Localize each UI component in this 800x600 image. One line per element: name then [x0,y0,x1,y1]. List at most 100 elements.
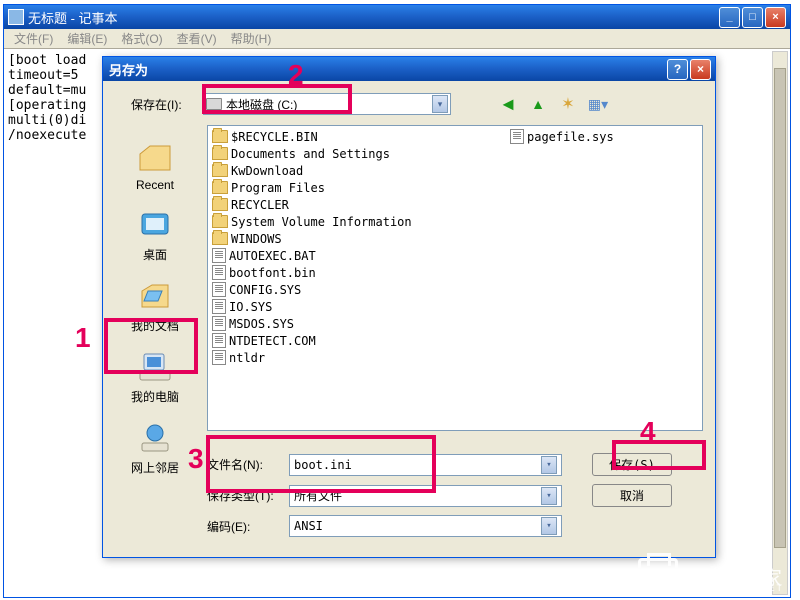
file-item[interactable]: MSDOS.SYS [212,315,698,332]
file-item[interactable]: ntldr [212,349,698,366]
file-name: Documents and Settings [231,147,390,161]
file-icon [212,350,226,365]
chevron-down-icon[interactable]: ▾ [432,95,448,113]
file-item[interactable]: CONFIG.SYS [212,281,698,298]
file-icon [212,333,226,348]
notepad-icon [8,9,24,25]
chevron-down-icon[interactable]: ▾ [541,456,557,474]
file-item[interactable]: KwDownload [212,162,698,179]
up-icon[interactable]: ▲ [527,93,549,115]
file-item[interactable]: IO.SYS [212,298,698,315]
encoding-combo[interactable]: ANSI ▾ [289,515,562,537]
savein-label: 保存在(I): [131,96,197,113]
file-item[interactable]: System Volume Information [212,213,698,230]
back-icon[interactable]: ◄ [497,93,519,115]
close-button[interactable]: × [765,7,786,28]
filetype-combo[interactable]: 所有文件 ▾ [289,485,562,507]
callout-number-3: 3 [188,443,204,475]
desktop-icon [136,208,174,242]
notepad-titlebar: 无标题 - 记事本 _ □ × [4,5,790,29]
new-folder-icon[interactable]: ✶ [557,93,579,115]
callout-number-4: 4 [640,416,656,448]
filename-label: 文件名(N): [207,456,283,473]
file-item[interactable]: WINDOWS [212,230,698,247]
chevron-down-icon[interactable]: ▾ [541,487,557,505]
save-button[interactable]: 保存(S) [592,453,672,476]
callout-number-1: 1 [75,322,91,354]
folder-icon [212,181,228,194]
place-mycomputer[interactable]: 我的电脑 [109,345,201,410]
mycomputer-icon [136,350,174,384]
save-as-title: 另存为 [107,60,667,79]
file-name: System Volume Information [231,215,412,229]
file-icon [510,129,524,144]
cancel-button[interactable]: 取消 [592,484,672,507]
folder-icon [212,164,228,177]
file-item[interactable]: RECYCLER [212,196,698,213]
file-icon [212,248,226,263]
chevron-down-icon[interactable]: ▾ [541,517,557,535]
file-icon [212,299,226,314]
file-icon [212,282,226,297]
file-name: IO.SYS [229,300,272,314]
place-mydocs[interactable]: 我的文档 [109,274,201,339]
view-icon[interactable]: ▦▾ [587,93,609,115]
save-as-titlebar: 另存为 ? × [103,57,715,81]
callout-number-2: 2 [288,59,304,91]
menu-edit[interactable]: 编辑(E) [61,28,113,49]
notepad-title: 无标题 - 记事本 [28,8,719,27]
file-name: MSDOS.SYS [229,317,294,331]
file-icon [212,265,226,280]
menu-file[interactable]: 文件(F) [8,28,59,49]
file-name: NTDETECT.COM [229,334,316,348]
file-name: WINDOWS [231,232,282,246]
filetype-value: 所有文件 [294,487,342,504]
folder-icon [212,130,228,143]
folder-icon [212,232,228,245]
menu-format[interactable]: 格式(O) [115,28,168,49]
file-item[interactable]: NTDETECT.COM [212,332,698,349]
file-name: AUTOEXEC.BAT [229,249,316,263]
file-item[interactable]: Documents and Settings [212,145,698,162]
file-name: bootfont.bin [229,266,316,280]
places-bar: Recent 桌面 我的文档 我的电脑 网上邻居 [109,125,201,457]
file-item[interactable]: $RECYCLE.BIN [212,128,698,145]
help-button[interactable]: ? [667,59,688,80]
dialog-close-button[interactable]: × [690,59,711,80]
file-name: $RECYCLE.BIN [231,130,318,144]
file-item[interactable]: AUTOEXEC.BAT [212,247,698,264]
savein-combo[interactable]: 本地磁盘 (C:) ▾ [203,93,451,115]
dialog-toolbar: ◄ ▲ ✶ ▦▾ [497,93,609,115]
network-icon [136,421,174,455]
watermark: 系统之家 XITONGZHIJIA.NET [638,558,788,594]
place-desktop[interactable]: 桌面 [109,203,201,268]
file-name: ntldr [229,351,265,365]
menu-view[interactable]: 查看(V) [171,28,223,49]
menu-help[interactable]: 帮助(H) [225,28,278,49]
encoding-value: ANSI [294,519,323,533]
place-recent[interactable]: Recent [109,135,201,197]
file-name: CONFIG.SYS [229,283,301,297]
file-item[interactable]: bootfont.bin [212,264,698,281]
filetype-label: 保存类型(T): [207,487,283,504]
notepad-scrollbar[interactable] [772,51,788,595]
file-name: pagefile.sys [527,130,614,144]
encoding-label: 编码(E): [207,518,283,535]
save-as-dialog: 另存为 ? × 保存在(I): 本地磁盘 (C:) ▾ ◄ ▲ ✶ ▦▾ Rec… [102,56,716,558]
mydocs-icon [136,279,174,313]
file-item[interactable]: pagefile.sys [510,128,614,145]
maximize-button[interactable]: □ [742,7,763,28]
filename-input[interactable]: boot.ini ▾ [289,454,562,476]
file-name: KwDownload [231,164,303,178]
file-item[interactable]: Program Files [212,179,698,196]
file-icon [212,316,226,331]
file-name: RECYCLER [231,198,289,212]
savein-value: 本地磁盘 (C:) [226,96,297,113]
drive-icon [206,98,222,110]
recent-icon [136,140,174,174]
file-list[interactable]: $RECYCLE.BIN Documents and Settings KwDown… [207,125,703,431]
folder-icon [212,147,228,160]
file-name: Program Files [231,181,325,195]
minimize-button[interactable]: _ [719,7,740,28]
folder-icon [212,215,228,228]
